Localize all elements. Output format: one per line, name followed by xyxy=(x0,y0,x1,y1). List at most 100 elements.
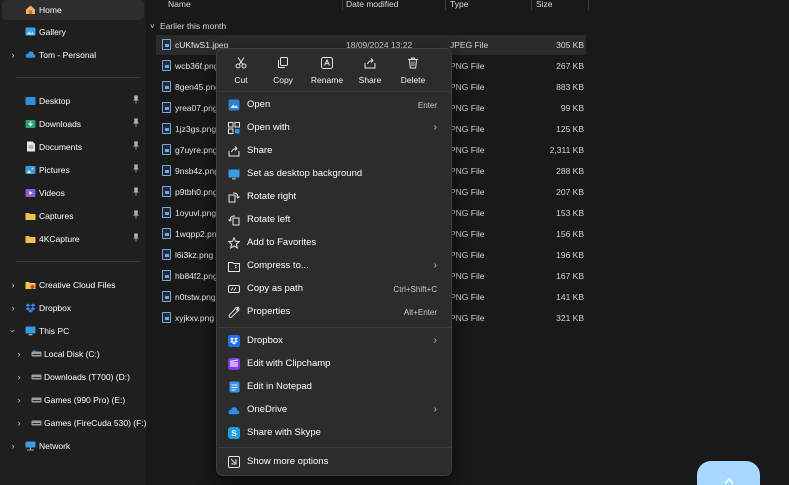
menu-item-edit-with-clipchamp[interactable]: Edit with Clipchamp xyxy=(221,353,449,375)
menu-divider xyxy=(218,91,452,92)
chevron-right-icon[interactable]: › xyxy=(14,348,24,360)
nav-item-documents[interactable]: Documents xyxy=(2,137,144,157)
menu-item-show-more-options[interactable]: Show more options xyxy=(221,451,449,473)
delete-button[interactable]: Delete xyxy=(393,55,433,89)
nav-item-desktop[interactable]: Desktop xyxy=(2,91,144,111)
notepad-icon xyxy=(228,381,240,393)
nav-item-videos[interactable]: Videos xyxy=(2,183,144,203)
nav-label-local-disk-c: Local Disk (C:) xyxy=(44,349,100,359)
nav-label-documents: Documents xyxy=(39,142,82,152)
nav-item-gallery[interactable]: Gallery xyxy=(2,22,144,42)
copy-button[interactable]: Copy xyxy=(263,55,303,89)
file-size: 207 KB xyxy=(556,187,584,197)
chevron-right-icon[interactable]: › xyxy=(8,49,18,61)
chevron-right-icon: › xyxy=(433,122,437,133)
cut-button[interactable]: Cut xyxy=(221,55,261,89)
menu-item-label: Add to Favorites xyxy=(247,237,317,248)
chevron-down-icon[interactable]: › xyxy=(7,326,19,336)
compress-icon xyxy=(228,260,240,272)
column-divider[interactable] xyxy=(531,0,532,10)
onedrive-icon xyxy=(228,404,240,416)
drive-icon xyxy=(31,348,42,359)
nav-item-captures[interactable]: Captures xyxy=(2,206,144,226)
svg-text:S: S xyxy=(231,429,237,438)
nav-item-4kcapture[interactable]: 4KCapture xyxy=(2,229,144,249)
chevron-right-icon[interactable]: › xyxy=(14,371,24,383)
gallery-icon xyxy=(25,26,36,37)
menu-item-share[interactable]: Share xyxy=(221,140,449,162)
pin-icon xyxy=(132,233,140,243)
column-divider[interactable] xyxy=(588,0,589,10)
menu-item-open[interactable]: Open Enter xyxy=(221,94,449,116)
menu-item-open-with[interactable]: Open with › xyxy=(221,117,449,139)
drive-icon xyxy=(31,417,42,428)
file-name: 1jz3gs.png xyxy=(175,124,217,134)
column-header-size[interactable]: Size xyxy=(536,0,553,10)
nav-item-games-f[interactable]: › Games (FireCuda 530) (F:) xyxy=(2,413,147,433)
file-type: PNG File xyxy=(450,124,485,134)
file-size: 125 KB xyxy=(556,124,584,134)
rename-button[interactable]: Rename xyxy=(307,55,347,89)
nav-item-creative-cloud[interactable]: › Creative Cloud Files xyxy=(2,275,144,295)
nav-label-4kcapture: 4KCapture xyxy=(39,234,80,244)
menu-item-edit-in-notepad[interactable]: Edit in Notepad xyxy=(221,376,449,398)
nav-item-pictures[interactable]: Pictures xyxy=(2,160,144,180)
nav-item-home[interactable]: Home xyxy=(2,0,144,20)
menu-item-onedrive[interactable]: OneDrive › xyxy=(221,399,449,421)
menu-item-rotate-left[interactable]: Rotate left xyxy=(221,209,449,231)
file-name: g7uyre.png xyxy=(175,145,218,155)
nav-item-downloads-d[interactable]: › Downloads (T700) (D:) xyxy=(2,367,144,387)
menu-item-dropbox[interactable]: Dropbox › xyxy=(221,330,449,352)
column-header-name[interactable]: Name xyxy=(168,0,191,10)
nav-label-this-pc: This PC xyxy=(39,326,70,336)
share-icon xyxy=(228,145,240,157)
pictures-icon xyxy=(25,164,36,175)
desktop-icon xyxy=(25,95,36,106)
menu-item-share-with-skype[interactable]: S Share with Skype xyxy=(221,422,449,444)
image-file-icon xyxy=(162,249,171,260)
floating-action-button[interactable] xyxy=(697,461,760,485)
open-icon xyxy=(228,99,240,111)
chevron-right-icon: › xyxy=(433,260,437,271)
group-header[interactable]: ˅ Earlier this month xyxy=(150,19,226,33)
column-divider[interactable] xyxy=(342,0,343,10)
menu-item-properties[interactable]: Properties Alt+Enter xyxy=(221,301,449,323)
nav-label-pictures: Pictures xyxy=(39,165,70,175)
nav-item-downloads[interactable]: Downloads xyxy=(2,114,144,134)
menu-item-label: Rotate right xyxy=(247,191,297,202)
folder-icon xyxy=(25,233,36,244)
menu-item-add-to-favorites[interactable]: Add to Favorites xyxy=(221,232,449,254)
nav-label-downloads-d: Downloads (T700) (D:) xyxy=(44,372,130,382)
nav-item-games-e[interactable]: › Games (990 Pro) (E:) xyxy=(2,390,144,410)
menu-item-compress-to[interactable]: Compress to... › xyxy=(221,255,449,277)
menu-item-rotate-right[interactable]: Rotate right xyxy=(221,186,449,208)
column-divider[interactable] xyxy=(445,0,446,10)
column-header-type[interactable]: Type xyxy=(450,0,468,10)
nav-item-network[interactable]: › Network xyxy=(2,436,144,456)
menu-divider xyxy=(218,447,452,448)
chevron-right-icon[interactable]: › xyxy=(8,279,18,291)
nav-item-dropbox[interactable]: › Dropbox xyxy=(2,298,144,318)
chevron-right-icon[interactable]: › xyxy=(8,302,18,314)
menu-item-set-desktop-background[interactable]: Set as desktop background xyxy=(221,163,449,185)
menu-item-copy-as-path[interactable]: Copy as path Ctrl+Shift+C xyxy=(221,278,449,300)
menu-item-shortcut: Ctrl+Shift+C xyxy=(393,285,437,294)
pin-icon xyxy=(132,210,140,220)
nav-item-this-pc[interactable]: › This PC xyxy=(2,321,144,341)
skype-icon: S xyxy=(228,427,240,439)
chevron-right-icon[interactable]: › xyxy=(14,417,24,429)
file-name: 1oyuvl.png xyxy=(175,208,217,218)
nav-item-local-disk-c[interactable]: › Local Disk (C:) xyxy=(2,344,144,364)
chevron-right-icon[interactable]: › xyxy=(14,394,24,406)
image-file-icon xyxy=(162,186,171,197)
file-size: 196 KB xyxy=(556,250,584,260)
file-size: 141 KB xyxy=(556,292,584,302)
chevron-right-icon[interactable]: › xyxy=(8,440,18,452)
chevron-down-icon: ˅ xyxy=(150,21,155,31)
share-button[interactable]: Share xyxy=(350,55,390,89)
cloud-icon xyxy=(25,49,36,60)
menu-item-label: Edit with Clipchamp xyxy=(247,358,331,369)
column-header-date[interactable]: Date modified xyxy=(346,0,398,10)
nav-item-tom-personal[interactable]: › Tom - Personal xyxy=(2,45,144,65)
open-with-icon xyxy=(228,122,240,134)
